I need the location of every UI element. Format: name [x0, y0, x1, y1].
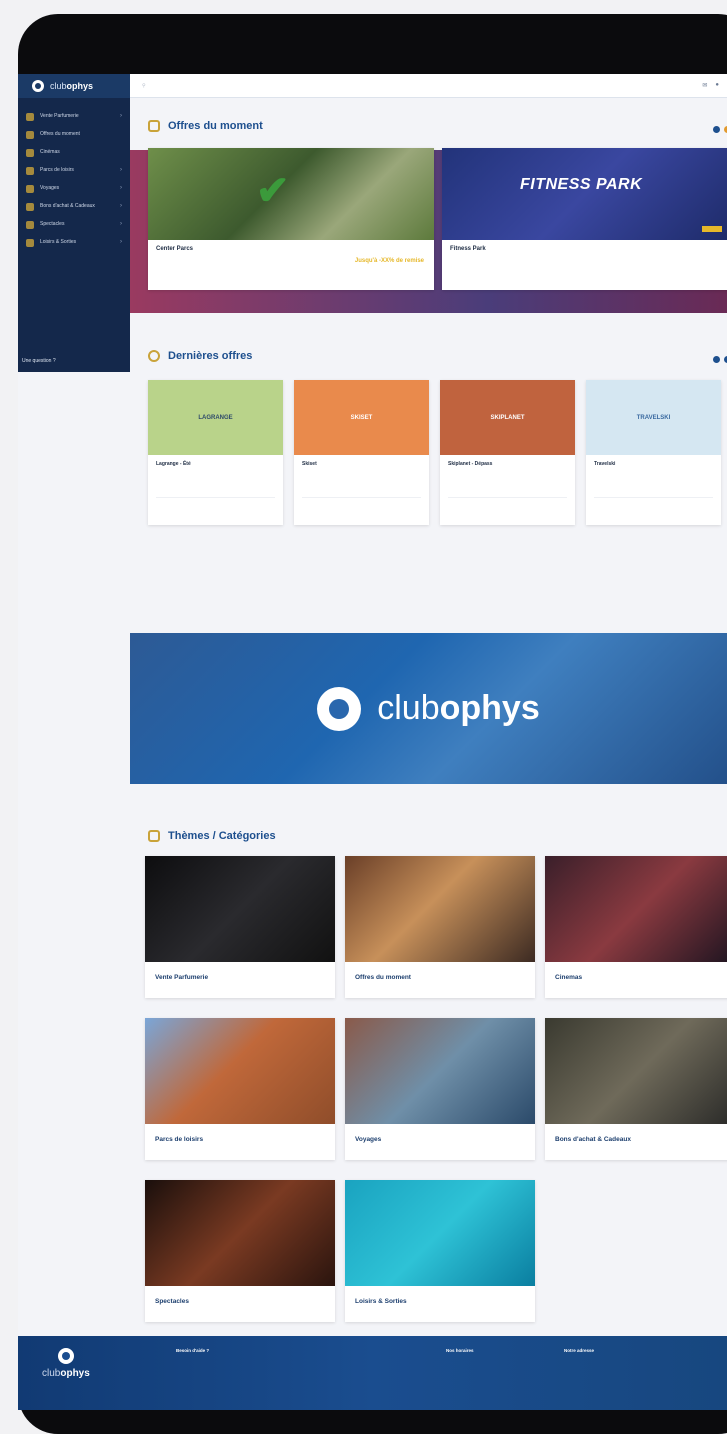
sidebar-item-voyages[interactable]: Voyages › [18, 180, 130, 198]
theater-icon [26, 221, 34, 229]
help-box[interactable]: Une question ? [18, 352, 130, 372]
sidebar: clubophys Vente Parfumerie › Offres du mo… [18, 74, 130, 1410]
sidebar-item-cinemas[interactable]: Cinémas [18, 144, 130, 162]
footer-hours: Nos horaires [446, 1348, 474, 1353]
tag-icon [26, 131, 34, 139]
tag-icon [148, 120, 160, 132]
category-card[interactable]: Offres du moment [345, 856, 535, 998]
latest-offer-card[interactable]: SKISET Skiset [294, 380, 429, 525]
palm-tree-icon [26, 185, 34, 193]
sidebar-item-bons-dachat[interactable]: Bons d'achat & Cadeaux › [18, 198, 130, 216]
brand-name: clubophys [50, 81, 94, 91]
sidebar-item-spectacles[interactable]: Spectacles › [18, 216, 130, 234]
clubophys-logo-icon [32, 80, 44, 92]
category-card[interactable]: Voyages [345, 1018, 535, 1160]
clubophys-logo-icon [57, 1348, 74, 1364]
film-icon [26, 149, 34, 157]
folder-icon [148, 830, 160, 842]
discount-badge [702, 226, 722, 232]
chevron-right-icon: › [120, 167, 122, 173]
category-card[interactable]: Parcs de loisirs [145, 1018, 335, 1160]
offer-card-center-parcs[interactable]: ✔ Center Parcs Jusqu'à -XX% de remise [148, 148, 434, 290]
ferris-wheel-icon [26, 167, 34, 175]
clubophys-banner: clubophys [130, 633, 727, 784]
fitness-park-image: FITNESS PARK [442, 148, 727, 240]
header-actions: ✉ ● [702, 82, 719, 89]
chevron-right-icon: › [120, 203, 122, 209]
category-card[interactable]: Vente Parfumerie [145, 856, 335, 998]
checkmark-icon: ✔ [256, 169, 290, 213]
carousel-dots-latest[interactable] [713, 356, 727, 363]
sidebar-item-vente-parfumerie[interactable]: Vente Parfumerie › [18, 108, 130, 126]
latest-offer-card[interactable]: LAGRANGE Lagrange - Été [148, 380, 283, 525]
footer-help: Besoin d'aide ? [176, 1348, 210, 1353]
clock-icon [148, 350, 160, 362]
offer-price: Jusqu'à -XX% de remise [354, 258, 424, 264]
search-bar[interactable]: ⚲ [142, 83, 152, 89]
app-screen: clubophys Vente Parfumerie › Offres du mo… [18, 74, 727, 1410]
category-card[interactable]: Cinemas [545, 856, 727, 998]
sidebar-brand[interactable]: clubophys [18, 74, 130, 98]
sidebar-item-offres-du-moment[interactable]: Offres du moment [18, 126, 130, 144]
center-parcs-image: ✔ [148, 148, 434, 240]
section-title-themes: Thèmes / Catégories [148, 830, 276, 842]
section-title-latest: Dernières offres [148, 350, 252, 362]
help-title: Une question ? [22, 358, 56, 364]
ticket-icon [26, 239, 34, 247]
footer-logo[interactable]: clubophys [42, 1348, 90, 1379]
gift-icon [26, 203, 34, 211]
category-card[interactable]: Bons d'achat & Cadeaux [545, 1018, 727, 1160]
chevron-right-icon: › [120, 185, 122, 191]
user-icon[interactable]: ● [715, 82, 719, 89]
offer-card-fitness-park[interactable]: FITNESS PARK Fitness Park [442, 148, 727, 290]
section-title-moment: Offres du moment [148, 120, 263, 132]
sidebar-item-loisirs-sorties[interactable]: Loisirs & Sorties › [18, 234, 130, 252]
perfume-icon [26, 113, 34, 121]
chevron-right-icon: › [120, 221, 122, 227]
clubophys-logo-icon [317, 686, 362, 731]
carousel-dots-moment[interactable] [713, 126, 727, 133]
footer: clubophys Besoin d'aide ? Nos horaires N… [18, 1336, 727, 1410]
latest-offer-card[interactable]: TRAVELSKI Travelski [586, 380, 721, 525]
footer-address: Notre adresse [564, 1348, 595, 1353]
sidebar-menu: Vente Parfumerie › Offres du moment Ciném… [18, 98, 130, 252]
sidebar-item-parcs-de-loisirs[interactable]: Parcs de loisirs › [18, 162, 130, 180]
category-card[interactable]: Spectacles [145, 1180, 335, 1322]
chevron-right-icon: › [120, 239, 122, 245]
category-card[interactable]: Loisirs & Sorties [345, 1180, 535, 1322]
search-icon: ⚲ [142, 82, 146, 89]
top-bar: ⚲ ✉ ● [130, 74, 727, 98]
chevron-right-icon: › [120, 113, 122, 119]
sidebar-panel: clubophys Vente Parfumerie › Offres du mo… [18, 74, 130, 372]
banner-brand: clubophys [377, 689, 540, 727]
mail-icon[interactable]: ✉ [702, 82, 707, 89]
latest-offer-card[interactable]: SKIPLANET Skiplanet - Dépass [440, 380, 575, 525]
